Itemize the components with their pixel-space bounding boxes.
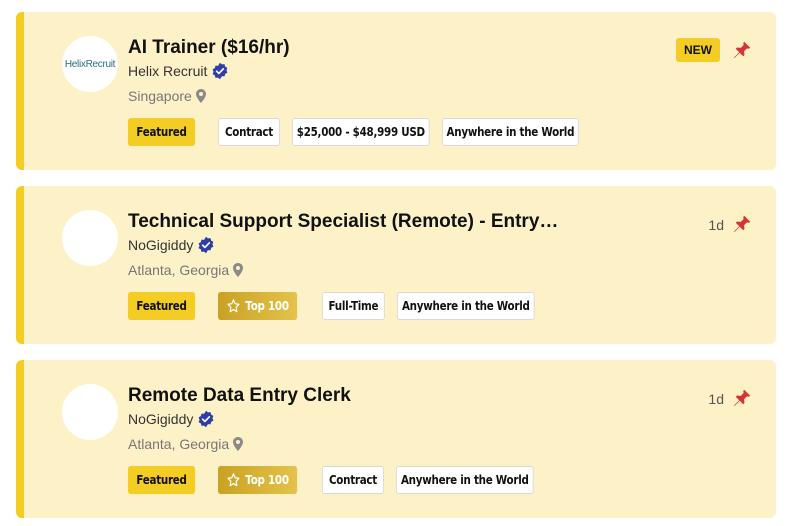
job-location: Atlanta, Georgia — [128, 436, 244, 452]
job-card[interactable]: Technical Support Specialist (Remote) - … — [16, 186, 776, 344]
company-name[interactable]: Helix Recruit — [128, 62, 229, 80]
verified-badge-icon — [212, 62, 228, 80]
featured-tag[interactable]: Featured — [128, 118, 196, 146]
employment-type-tag[interactable]: Full-Time — [322, 292, 385, 320]
job-title[interactable]: Remote Data Entry Clerk — [128, 385, 351, 407]
job-location: Singapore — [128, 88, 206, 104]
job-tags: Featured Top 100 Contract Anywhere in th… — [128, 466, 534, 494]
company-name-label: NoGigiddy — [128, 237, 194, 253]
job-tags: Featured Top 100 Full-Time Anywhere in t… — [128, 292, 535, 320]
company-name[interactable]: NoGigiddy — [128, 410, 215, 428]
contract-tag[interactable]: Contract — [322, 466, 384, 494]
top-100-label: Top 100 — [245, 299, 289, 313]
job-card[interactable]: Remote Data Entry Clerk NoGigiddy Atlant… — [16, 360, 776, 518]
job-location-label: Atlanta, Georgia — [128, 436, 230, 452]
salary-tag[interactable]: $25,000 - $48,999 USD — [292, 118, 430, 146]
location-tag[interactable]: Anywhere in the World — [442, 118, 579, 146]
pushpin-icon[interactable] — [732, 388, 752, 408]
top-100-tag[interactable]: Top 100 — [218, 466, 298, 494]
location-tag[interactable]: Anywhere in the World — [397, 292, 535, 320]
pushpin-icon[interactable] — [732, 40, 752, 60]
company-logo[interactable]: HelixRecruit — [62, 36, 118, 92]
job-title[interactable]: Technical Support Specialist (Remote) - … — [128, 211, 558, 233]
posted-age: 1d — [708, 391, 724, 407]
company-name-label: NoGigiddy — [128, 411, 194, 427]
company-logo[interactable] — [62, 384, 118, 440]
top-100-label: Top 100 — [245, 473, 289, 487]
posted-age: 1d — [708, 217, 724, 233]
location-pin-icon — [195, 89, 206, 103]
star-outline-icon — [227, 473, 240, 487]
location-tag[interactable]: Anywhere in the World — [396, 466, 534, 494]
contract-tag[interactable]: Contract — [218, 118, 280, 146]
job-card[interactable]: HelixRecruit AI Trainer ($16/hr) Helix R… — [16, 12, 776, 170]
verified-badge-icon — [198, 236, 214, 254]
job-location-label: Atlanta, Georgia — [128, 262, 230, 278]
job-title[interactable]: AI Trainer ($16/hr) — [128, 37, 290, 59]
job-location: Atlanta, Georgia — [128, 262, 244, 278]
location-pin-icon — [233, 437, 244, 451]
company-logo[interactable] — [62, 210, 118, 266]
top-100-tag[interactable]: Top 100 — [218, 292, 298, 320]
location-pin-icon — [233, 263, 244, 277]
company-name[interactable]: NoGigiddy — [128, 236, 215, 254]
company-logo-text: HelixRecruit — [64, 58, 116, 70]
company-name-label: Helix Recruit — [128, 63, 208, 79]
star-outline-icon — [227, 299, 240, 313]
featured-tag[interactable]: Featured — [128, 292, 196, 320]
pushpin-icon[interactable] — [732, 214, 752, 234]
job-location-label: Singapore — [128, 88, 192, 104]
new-badge: NEW — [676, 38, 720, 62]
job-tags: Featured Contract $25,000 - $48,999 USD … — [128, 118, 579, 146]
verified-badge-icon — [198, 410, 214, 428]
featured-tag[interactable]: Featured — [128, 466, 196, 494]
